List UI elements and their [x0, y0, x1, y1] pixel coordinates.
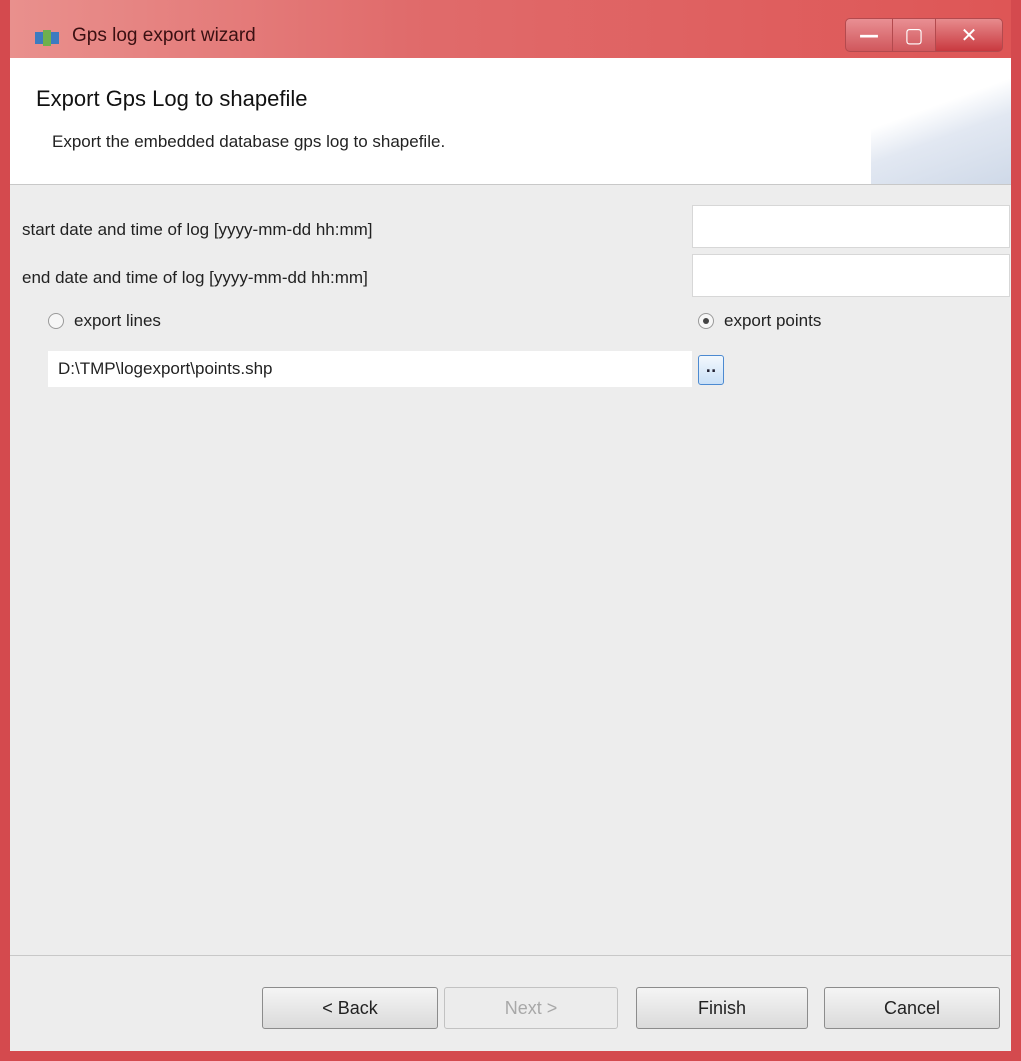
page-description: Export the embedded database gps log to …	[52, 132, 446, 151]
wizard-content: start date and time of log [yyyy-mm-dd h…	[10, 185, 1011, 955]
minimize-icon: —	[859, 23, 879, 47]
wizard-window: Gps log export wizard — ▢ ✕ Export Gps L…	[0, 0, 1021, 1061]
page-title: Export Gps Log to shapefile	[36, 86, 308, 111]
maximize-button[interactable]: ▢	[892, 18, 936, 52]
next-button[interactable]: Next >	[444, 987, 618, 1029]
cancel-button[interactable]: Cancel	[824, 987, 1000, 1029]
back-button[interactable]: < Back	[262, 987, 438, 1029]
wizard-header: Export Gps Log to shapefile Export the e…	[10, 58, 1011, 185]
export-lines-radio[interactable]	[48, 313, 64, 329]
export-points-label: export points	[724, 311, 822, 330]
export-points-radio[interactable]	[698, 313, 714, 329]
output-path-input[interactable]: D:\TMP\logexport\points.shp	[48, 351, 692, 387]
start-date-label: start date and time of log [yyyy-mm-dd h…	[22, 220, 373, 239]
maximize-icon: ▢	[904, 23, 924, 47]
end-date-input[interactable]	[692, 254, 1010, 297]
footer-divider	[10, 955, 1011, 956]
close-icon: ✕	[960, 23, 978, 47]
export-points-option[interactable]: export points	[698, 311, 821, 331]
start-date-input[interactable]	[692, 205, 1010, 248]
export-lines-label: export lines	[74, 311, 161, 330]
window-title: Gps log export wizard	[72, 25, 256, 46]
end-date-label: end date and time of log [yyyy-mm-dd hh:…	[22, 268, 368, 287]
close-button[interactable]: ✕	[935, 18, 1003, 52]
title-bar[interactable]: Gps log export wizard — ▢ ✕	[10, 0, 1011, 58]
header-banner-graphic	[871, 58, 1011, 184]
app-icon	[35, 30, 59, 46]
export-lines-option[interactable]: export lines	[48, 311, 161, 331]
finish-button[interactable]: Finish	[636, 987, 808, 1029]
browse-button[interactable]: ..	[698, 355, 724, 385]
minimize-button[interactable]: —	[845, 18, 893, 52]
